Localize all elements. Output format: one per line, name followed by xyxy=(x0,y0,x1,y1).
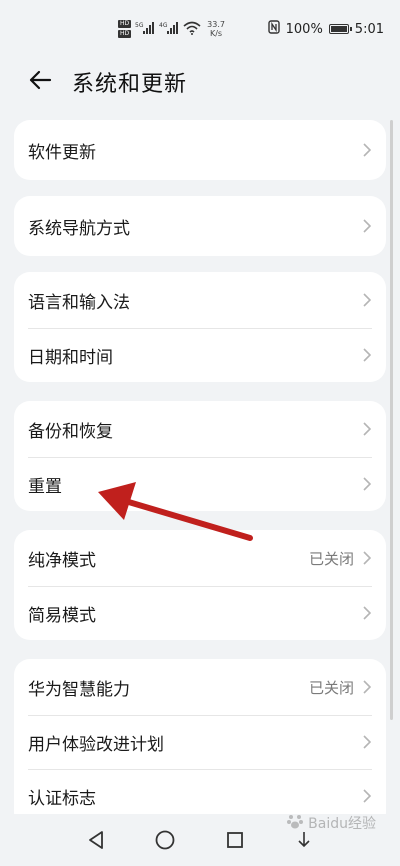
row-label: 用户体验改进计划 xyxy=(28,734,164,755)
triangle-back-icon xyxy=(89,831,103,849)
wifi-icon xyxy=(183,21,201,37)
chevron-right-icon xyxy=(362,292,372,308)
row-software-update[interactable]: 软件更新 xyxy=(14,120,386,180)
watermark: Baidu经验 xyxy=(286,812,376,834)
hd-badge-1: HD xyxy=(118,20,132,28)
status-right: 100% 5:01 xyxy=(267,20,384,38)
group-modes: 纯净模式 已关闭 简易模式 xyxy=(14,530,386,640)
status-center: HD HD 5G 4G 33.7 K/s xyxy=(118,16,225,42)
chevron-right-icon xyxy=(362,218,372,234)
baidu-paw-icon xyxy=(286,812,304,834)
status-value: 已关闭 xyxy=(308,678,354,697)
row-pure-mode[interactable]: 纯净模式 已关闭 xyxy=(14,530,386,586)
divider xyxy=(28,769,372,770)
row-system-navigation[interactable]: 系统导航方式 xyxy=(14,196,386,256)
circle-home-icon xyxy=(155,830,175,850)
divider xyxy=(28,457,372,458)
group-navigation: 系统导航方式 xyxy=(14,196,386,256)
divider xyxy=(28,586,372,587)
row-simple-mode[interactable]: 简易模式 xyxy=(14,586,386,640)
svg-text:5G: 5G xyxy=(135,22,144,29)
row-huawei-intelligence[interactable]: 华为智慧能力 已关闭 xyxy=(14,659,386,715)
nfc-icon xyxy=(267,20,280,38)
status-value: 已关闭 xyxy=(308,549,354,568)
page-title: 系统和更新 xyxy=(72,72,188,97)
back-button[interactable] xyxy=(24,64,56,96)
chevron-right-icon xyxy=(362,142,372,158)
row-language-input[interactable]: 语言和输入法 xyxy=(14,272,386,328)
speed-unit: K/s xyxy=(209,29,223,38)
watermark-text: Baidu经验 xyxy=(308,816,376,832)
row-label: 系统导航方式 xyxy=(28,218,130,239)
scrollbar[interactable] xyxy=(390,120,393,720)
nav-home-button[interactable] xyxy=(153,828,177,852)
row-label: 华为智慧能力 xyxy=(28,679,130,700)
row-reset[interactable]: 重置 xyxy=(14,457,386,511)
square-recents-icon xyxy=(227,832,243,848)
divider xyxy=(28,328,372,329)
nav-recents-button[interactable] xyxy=(223,828,247,852)
row-label: 日期和时间 xyxy=(28,347,113,368)
app-header: 系统和更新 xyxy=(0,58,400,104)
row-label: 重置 xyxy=(28,476,62,497)
group-software-update: 软件更新 xyxy=(14,120,386,180)
group-language-date: 语言和输入法 日期和时间 xyxy=(14,272,386,382)
row-label: 语言和输入法 xyxy=(28,292,130,313)
row-backup-restore[interactable]: 备份和恢复 xyxy=(14,401,386,457)
group-backup-reset: 备份和恢复 重置 xyxy=(14,401,386,511)
clock: 5:01 xyxy=(354,21,384,37)
battery-percent: 100% xyxy=(285,21,323,37)
chevron-right-icon xyxy=(362,788,372,804)
status-bar: HD HD 5G 4G 33.7 K/s 100% 5:01 xyxy=(0,0,400,58)
row-label: 备份和恢复 xyxy=(28,421,113,442)
chevron-right-icon xyxy=(362,679,372,695)
chevron-right-icon xyxy=(362,734,372,750)
svg-text:4G: 4G xyxy=(159,22,168,29)
chevron-right-icon xyxy=(362,347,372,363)
divider xyxy=(28,715,372,716)
signal-5g-icon: 5G xyxy=(135,21,155,37)
chevron-right-icon xyxy=(362,550,372,566)
hd-indicators: HD HD xyxy=(118,20,132,38)
network-speed: 33.7 K/s xyxy=(207,20,225,38)
row-label: 简易模式 xyxy=(28,605,96,626)
row-date-time[interactable]: 日期和时间 xyxy=(14,328,386,382)
hd-badge-2: HD xyxy=(118,30,132,38)
back-arrow-icon xyxy=(29,70,52,90)
speed-value: 33.7 xyxy=(207,20,225,29)
row-label: 认证标志 xyxy=(28,788,96,809)
group-huawei-services: 华为智慧能力 已关闭 用户体验改进计划 认证标志 xyxy=(14,659,386,829)
chevron-right-icon xyxy=(362,476,372,492)
row-user-experience-program[interactable]: 用户体验改进计划 xyxy=(14,715,386,769)
chevron-right-icon xyxy=(362,421,372,437)
row-label: 软件更新 xyxy=(28,142,96,163)
nav-back-button[interactable] xyxy=(84,828,108,852)
row-label: 纯净模式 xyxy=(28,550,96,571)
chevron-right-icon xyxy=(362,605,372,621)
signal-4g-icon: 4G xyxy=(159,21,179,37)
battery-icon xyxy=(328,24,352,34)
